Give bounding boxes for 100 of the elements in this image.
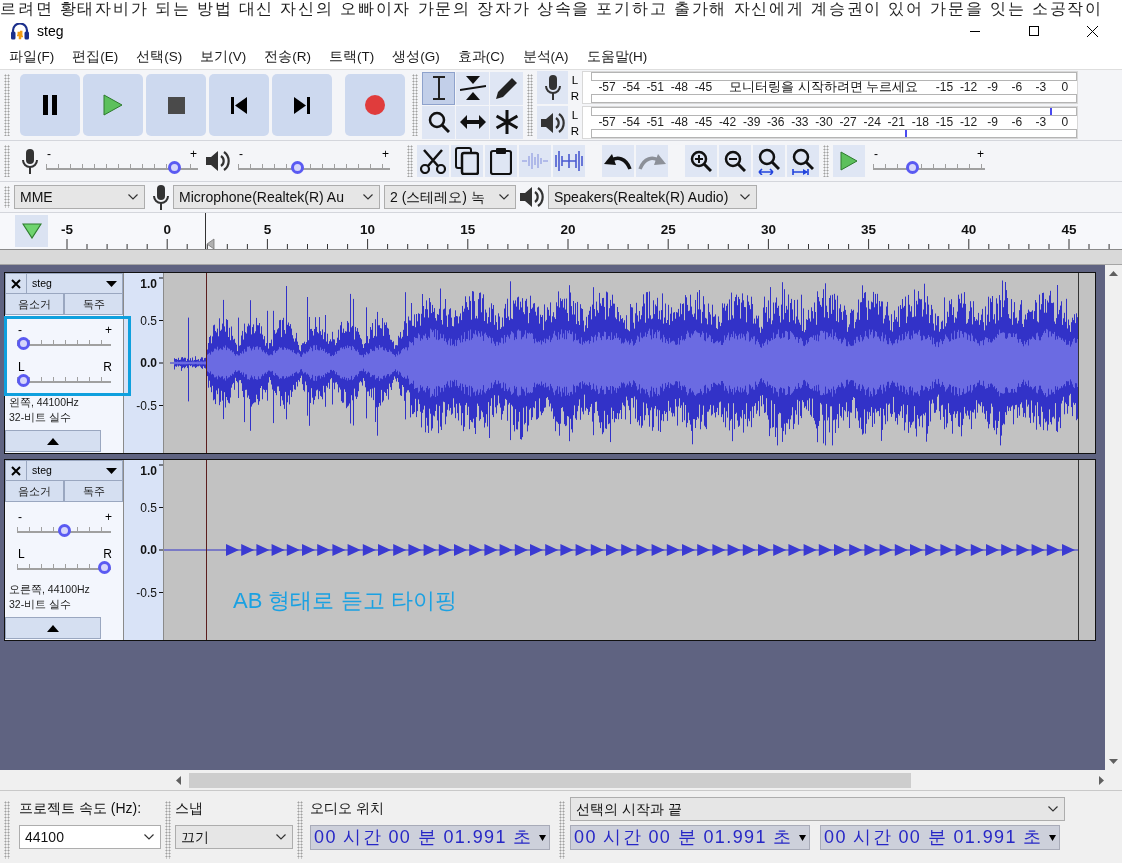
audio-host-dropdown[interactable]: MME xyxy=(14,185,145,209)
snap-dropdown[interactable]: 끄기 xyxy=(175,825,293,849)
zoom-out-button[interactable] xyxy=(719,145,751,177)
copy-button[interactable] xyxy=(451,145,483,177)
waveform-bars-icon xyxy=(522,153,548,169)
playback-meter[interactable]: -57 -54 -51 -48 -45 -42 -39 -36 -33 -30 -27 -24 -21 -18 -15 -12 -9 -6 -3 0 xyxy=(582,106,1078,139)
menu-item[interactable]: 효과(C) xyxy=(448,46,514,68)
timeline-label: 45 xyxy=(1061,222,1077,237)
selection-mode-dropdown[interactable]: 선택의 시작과 끝 xyxy=(570,797,1065,821)
slider-thumb[interactable] xyxy=(17,337,30,350)
solo-button[interactable]: 독주 xyxy=(64,294,123,315)
playback-meter-button[interactable] xyxy=(537,106,568,139)
grip-icon[interactable] xyxy=(4,145,10,177)
selection-tool-button[interactable] xyxy=(422,71,455,105)
background-window-text: 르려면 황태자비가 되는 방법 대신 자신의 오빠이자 가문의 장자가 상속을 포기하고 출가해 자신에게 계승권이 있어 가문을 잇는 소공작이 xyxy=(0,0,1122,17)
slider-thumb[interactable] xyxy=(17,374,30,387)
timeline-options-button[interactable] xyxy=(15,215,48,247)
recording-meter[interactable]: -57 -54 -51 -48 -45 모니터링을 시작하려면 누르세요 -15 -12 -9 -6 -3 0 xyxy=(582,71,1078,104)
menu-item[interactable]: 편집(E) xyxy=(63,46,128,68)
audio-position-field[interactable]: 00 시간 00 분 01.991 초 xyxy=(310,825,550,850)
menu-item[interactable]: 트랙(T) xyxy=(320,46,384,68)
multi-tool-button[interactable] xyxy=(490,105,523,139)
track-name-menu[interactable]: steg xyxy=(27,273,123,294)
timeline-label: 40 xyxy=(961,222,977,237)
menu-item[interactable]: 도움말(H) xyxy=(577,46,657,68)
collapse-track-button[interactable] xyxy=(5,617,101,639)
recording-device-dropdown[interactable]: Microphone(Realtek(R) Au xyxy=(173,185,380,209)
meter-scale-label: -9 xyxy=(986,81,999,94)
silence-audio-button[interactable] xyxy=(553,145,585,177)
slider-thumb[interactable] xyxy=(98,561,111,574)
scroll-right-icon[interactable] xyxy=(1099,775,1104,785)
fit-selection-button[interactable] xyxy=(753,145,785,177)
grip-icon[interactable] xyxy=(165,801,171,859)
track-name-menu[interactable]: steg xyxy=(27,460,123,481)
stop-button[interactable] xyxy=(146,74,206,136)
pause-icon xyxy=(43,95,57,115)
skip-to-end-button[interactable] xyxy=(272,74,332,136)
meter-scale-label: -30 xyxy=(814,116,834,129)
gain-min-label: - xyxy=(18,512,22,523)
grip-icon[interactable] xyxy=(4,186,10,208)
envelope-tool-button[interactable] xyxy=(456,71,489,105)
slider-thumb[interactable] xyxy=(168,160,182,174)
selection-end-field[interactable]: 00 시간 00 분 01.991 초 xyxy=(820,825,1060,850)
time-shift-tool-button[interactable] xyxy=(456,105,489,139)
slider-thumb[interactable] xyxy=(905,160,919,174)
record-button[interactable] xyxy=(345,74,405,136)
meter-scale-label: -15 xyxy=(934,116,955,129)
playback-device-dropdown[interactable]: Speakers(Realtek(R) Audio) xyxy=(548,185,757,209)
zoom-in-button[interactable] xyxy=(685,145,717,177)
slider-thumb[interactable] xyxy=(290,160,304,174)
pause-button[interactable] xyxy=(20,74,80,136)
scrollbar-thumb[interactable] xyxy=(189,772,911,788)
grip-icon[interactable] xyxy=(823,145,829,177)
chevron-down-icon xyxy=(740,194,750,200)
zoom-tool-button[interactable] xyxy=(422,105,455,139)
fit-project-button[interactable] xyxy=(787,145,819,177)
record-meter-button[interactable] xyxy=(537,71,568,104)
pan-right-label: R xyxy=(103,549,112,560)
slider-thumb[interactable] xyxy=(57,524,71,537)
track-info-text: 왼쪽, 44100Hz xyxy=(8,395,80,410)
scroll-down-icon[interactable] xyxy=(1109,759,1118,764)
grip-icon[interactable] xyxy=(407,145,413,177)
selection-start-field[interactable]: 00 시간 00 분 01.991 초 xyxy=(570,825,810,850)
playback-cursor-marker[interactable] xyxy=(205,213,215,249)
timeline-label: 10 xyxy=(360,222,376,237)
menu-item[interactable]: 선택(S) xyxy=(127,46,192,68)
menu-item[interactable]: 보기(V) xyxy=(191,46,256,68)
caret-down-icon xyxy=(106,280,117,287)
grip-icon[interactable] xyxy=(4,801,10,859)
menu-item[interactable]: 파일(F) xyxy=(0,46,64,68)
headphones-icon xyxy=(10,22,30,40)
magnifier-bracket-icon xyxy=(792,147,814,175)
pan-left-label: L xyxy=(18,549,25,560)
draw-tool-button[interactable] xyxy=(490,71,523,105)
skip-to-start-button[interactable] xyxy=(209,74,269,136)
solo-button[interactable]: 독주 xyxy=(64,481,123,502)
collapse-track-button[interactable] xyxy=(5,430,101,452)
chevron-down-icon xyxy=(128,194,138,200)
paste-button[interactable] xyxy=(485,145,517,177)
grip-icon[interactable] xyxy=(412,74,418,136)
recording-channels-dropdown[interactable]: 2 (스테레오) 녹 xyxy=(384,185,516,209)
project-rate-dropdown[interactable]: 44100 xyxy=(19,825,161,849)
play-icon xyxy=(840,151,858,171)
grip-icon[interactable] xyxy=(559,801,565,859)
grip-icon[interactable] xyxy=(297,801,303,859)
menu-item[interactable]: 분석(A) xyxy=(513,46,578,68)
play-at-speed-button[interactable] xyxy=(833,145,865,177)
mute-button[interactable]: 음소거 xyxy=(5,481,64,502)
cut-button[interactable] xyxy=(417,145,449,177)
menu-item[interactable]: 전송(R) xyxy=(255,46,320,68)
grip-icon[interactable] xyxy=(527,74,533,136)
meter-scale-label: -57 xyxy=(597,116,617,129)
slider-min-label: - xyxy=(874,148,878,160)
microphone-icon xyxy=(544,75,561,100)
undo-button[interactable] xyxy=(602,145,634,177)
scroll-left-icon[interactable] xyxy=(176,775,181,785)
menu-item[interactable]: 생성(G) xyxy=(383,46,449,68)
mute-button[interactable]: 음소거 xyxy=(5,294,64,315)
grip-icon[interactable] xyxy=(4,74,10,136)
scroll-up-icon[interactable] xyxy=(1109,271,1118,276)
